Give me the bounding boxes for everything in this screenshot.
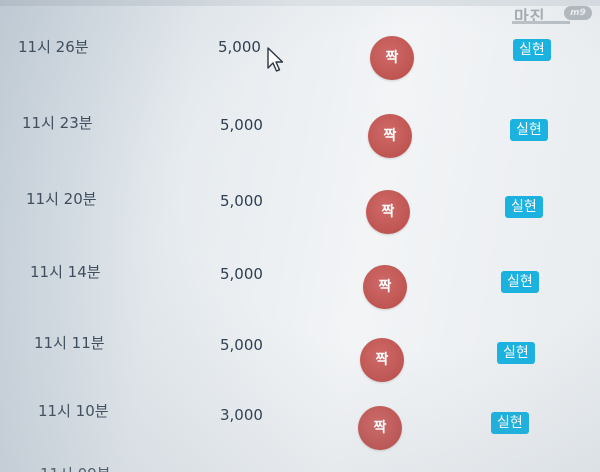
mouse-pointer-icon	[267, 47, 284, 72]
status-badge[interactable]: 실현	[497, 342, 535, 364]
history-row: 11시 26분 5,000 짝 실현	[0, 28, 600, 88]
row-time: 11시 11분	[34, 334, 105, 352]
row-amount: 3,000	[220, 406, 263, 424]
status-badge[interactable]: 실현	[505, 196, 543, 218]
history-row: 11시 10분 3,000 짝 실현	[0, 398, 600, 458]
row-time: 11시 20분	[26, 190, 97, 208]
result-badge: 짝	[370, 36, 414, 80]
row-amount: 5,000	[220, 336, 263, 354]
status-badge[interactable]: 실현	[510, 119, 548, 141]
history-row: 11시 14분 5,000 짝 실현	[0, 255, 600, 315]
row-amount: 5,000	[220, 192, 263, 210]
history-row-partial-time: 11시 09분	[40, 463, 111, 472]
result-badge: 짝	[363, 265, 407, 309]
row-time: 11시 14분	[30, 263, 101, 281]
row-time: 11시 10분	[38, 402, 109, 420]
watermark-badge: m9	[564, 6, 592, 20]
result-badge: 짝	[368, 114, 412, 158]
result-badge: 짝	[360, 338, 404, 382]
history-row: 11시 11분 5,000 짝 실현	[0, 328, 600, 388]
row-amount: 5,000	[220, 265, 263, 283]
status-badge[interactable]: 실현	[513, 39, 551, 61]
history-screen: 마진 m9 11시 26분 5,000 짝 실현 11시 23분 5,000 짝…	[0, 0, 600, 472]
site-watermark-logo: 마진 m9	[498, 2, 594, 28]
history-row: 11시 23분 5,000 짝 실현	[0, 104, 600, 164]
watermark-underline	[512, 21, 570, 24]
row-time: 11시 26분	[18, 38, 89, 56]
status-badge[interactable]: 실현	[501, 271, 539, 293]
status-badge[interactable]: 실현	[491, 412, 529, 434]
history-row: 11시 20분 5,000 짝 실현	[0, 180, 600, 240]
row-amount: 5,000	[218, 38, 261, 56]
result-badge: 짝	[358, 406, 402, 450]
row-amount: 5,000	[220, 116, 263, 134]
result-badge: 짝	[366, 190, 410, 234]
row-time: 11시 23분	[22, 114, 93, 132]
